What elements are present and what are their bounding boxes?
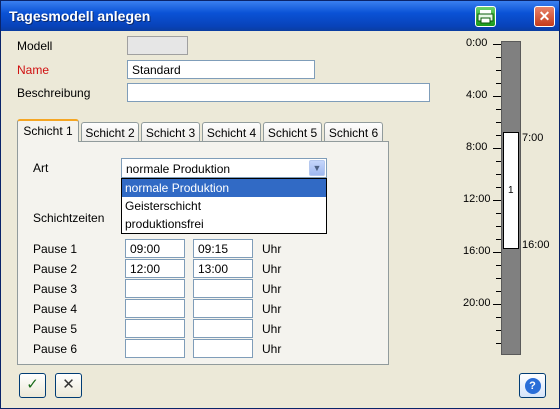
- hour-label-0: 0:00: [466, 37, 488, 49]
- pause-4-start-field[interactable]: [125, 299, 185, 318]
- tick-minor: [496, 57, 501, 58]
- pause-6-start-field[interactable]: [125, 339, 185, 358]
- tick-minor: [496, 317, 501, 318]
- shift-start-label: 7:00: [522, 132, 544, 144]
- pause-5-end-field[interactable]: [193, 319, 253, 338]
- window-title: Tagesmodell anlegen: [9, 8, 151, 24]
- art-select[interactable]: normale Produktion ▼: [121, 158, 327, 178]
- cancel-button[interactable]: ✕: [55, 373, 82, 398]
- tick-12: [493, 200, 501, 201]
- tick-minor: [496, 343, 501, 344]
- hour-label-8: 8:00: [466, 141, 488, 153]
- pause-2-end-field[interactable]: [193, 259, 253, 278]
- tick-16: [493, 252, 501, 253]
- modell-label: Modell: [17, 39, 53, 53]
- tick-minor: [496, 330, 501, 331]
- tab-schicht-6[interactable]: Schicht 6: [324, 122, 383, 142]
- pause-2-label: Pause 2: [33, 262, 78, 276]
- art-option-produktionsfrei[interactable]: produktionsfrei: [122, 215, 326, 233]
- tick-minor: [496, 161, 501, 162]
- cross-icon: ✕: [62, 376, 75, 393]
- shift-1-number: 1: [508, 185, 514, 196]
- pause-3-unit: Uhr: [262, 282, 282, 296]
- close-button[interactable]: ✕: [534, 6, 555, 27]
- pause-4-label: Pause 4: [33, 302, 78, 316]
- art-label: Art: [33, 161, 49, 175]
- tick-minor: [496, 109, 501, 110]
- pause-3-end-field[interactable]: [193, 279, 253, 298]
- pause-6-label: Pause 6: [33, 342, 78, 356]
- tick-minor: [496, 70, 501, 71]
- pause-1-start-field[interactable]: [125, 239, 185, 258]
- hour-label-20: 20:00: [463, 297, 491, 309]
- tick-20: [493, 304, 501, 305]
- pause-1-label: Pause 1: [33, 242, 78, 256]
- art-option-normale-produktion[interactable]: normale Produktion: [122, 179, 326, 197]
- tick-minor: [496, 122, 501, 123]
- pause-4-end-field[interactable]: [193, 299, 253, 318]
- beschreibung-label: Beschreibung: [17, 86, 91, 100]
- title-bar[interactable]: Tagesmodell anlegen ✕: [1, 1, 559, 31]
- pause-3-label: Pause 3: [33, 282, 78, 296]
- tick-minor: [496, 278, 501, 279]
- pause-5-label: Pause 5: [33, 322, 78, 336]
- tick-minor: [496, 174, 501, 175]
- name-label: Name: [17, 63, 50, 77]
- tick-minor: [496, 213, 501, 214]
- help-icon: ?: [524, 378, 541, 394]
- hour-label-16: 16:00: [463, 245, 491, 257]
- pause-2-unit: Uhr: [262, 262, 282, 276]
- name-field[interactable]: [127, 60, 315, 79]
- pause-1-end-field[interactable]: [193, 239, 253, 258]
- hour-label-12: 12:00: [463, 193, 491, 205]
- tick-minor: [496, 291, 501, 292]
- pause-5-start-field[interactable]: [125, 319, 185, 338]
- pause-4-unit: Uhr: [262, 302, 282, 316]
- pause-5-unit: Uhr: [262, 322, 282, 336]
- ok-button[interactable]: ✓: [19, 373, 46, 398]
- modell-field[interactable]: [127, 36, 188, 55]
- art-dropdown-list: normale Produktion Geisterschicht produk…: [121, 178, 327, 234]
- tab-schicht-2[interactable]: Schicht 2: [81, 122, 139, 142]
- shift-end-label: 16:00: [522, 239, 550, 251]
- help-button[interactable]: ?: [519, 373, 546, 398]
- hour-label-4: 4:00: [466, 89, 488, 101]
- pause-6-unit: Uhr: [262, 342, 282, 356]
- tab-schicht-4[interactable]: Schicht 4: [202, 122, 261, 142]
- tick-minor: [496, 226, 501, 227]
- pause-3-start-field[interactable]: [125, 279, 185, 298]
- tab-schicht-3[interactable]: Schicht 3: [141, 122, 200, 142]
- tab-schicht-5[interactable]: Schicht 5: [263, 122, 322, 142]
- chevron-down-icon[interactable]: ▼: [309, 160, 325, 176]
- tick-minor: [496, 239, 501, 240]
- art-selected-value: normale Produktion: [126, 162, 231, 176]
- tick-minor: [496, 265, 501, 266]
- beschreibung-field[interactable]: [127, 83, 430, 102]
- dialog-window: Tagesmodell anlegen ✕ Modell Name Beschr…: [0, 0, 560, 409]
- checkmark-icon: ✓: [26, 376, 39, 393]
- printer-icon[interactable]: [475, 6, 496, 27]
- pause-6-end-field[interactable]: [193, 339, 253, 358]
- tick-minor: [496, 187, 501, 188]
- schichtzeiten-label: Schichtzeiten: [33, 211, 105, 225]
- pause-2-start-field[interactable]: [125, 259, 185, 278]
- pause-1-unit: Uhr: [262, 242, 282, 256]
- tick-minor: [496, 83, 501, 84]
- tick-minor: [496, 135, 501, 136]
- art-option-geisterschicht[interactable]: Geisterschicht: [122, 197, 326, 215]
- tab-schicht-1[interactable]: Schicht 1: [17, 119, 79, 142]
